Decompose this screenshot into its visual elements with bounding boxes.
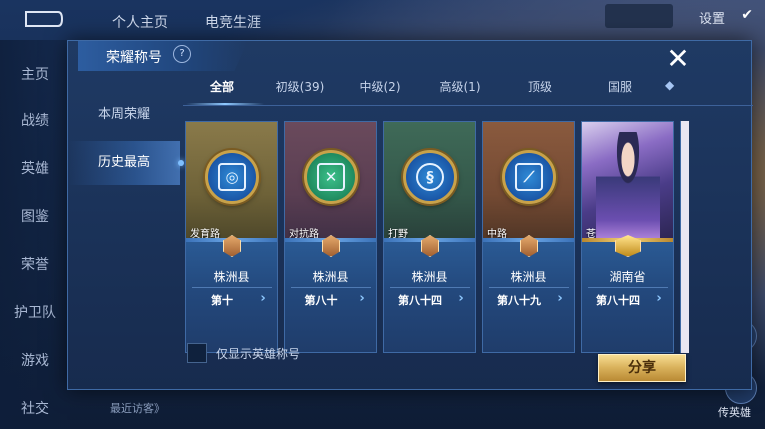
- side-tab-label: 历史最高: [97, 155, 150, 170]
- menu-item-home[interactable]: 主页: [0, 64, 70, 84]
- ranking-row[interactable]: 第十 ›: [192, 287, 272, 308]
- side-tab-label: 本周荣耀: [97, 107, 150, 122]
- title-card[interactable]: 苍 湖南省 第八十四 ›: [581, 121, 674, 353]
- settings-button[interactable]: 设置: [699, 8, 725, 27]
- menu-item-codex[interactable]: 图鉴: [0, 206, 70, 226]
- ranking-label: 第十: [211, 294, 233, 307]
- active-indicator-dot: [178, 160, 184, 166]
- title-card[interactable]: ◎ 发育路 株洲县 第十 ›: [185, 121, 278, 353]
- check-icon[interactable]: ✔: [741, 7, 753, 23]
- next-card-peek[interactable]: [680, 121, 689, 353]
- shield-icon: ◎: [205, 150, 259, 204]
- crossed-swords-icon: ✕: [304, 150, 358, 204]
- side-tab-weekly-honor[interactable]: 本周荣耀: [68, 93, 180, 137]
- menu-item-honor[interactable]: 荣誉: [0, 254, 70, 274]
- dialog-title: 荣耀称号: [106, 50, 162, 66]
- tab-junior[interactable]: 初级(39): [261, 78, 339, 95]
- menu-item-record[interactable]: 战绩: [0, 110, 70, 130]
- menu-item-game[interactable]: 游戏: [0, 350, 70, 370]
- honor-title-dialog: 荣耀称号 ? ✕ 本周荣耀 历史最高 全部 初级(39) 中级(2) 高级(1)…: [67, 40, 755, 390]
- ranking-row[interactable]: 第八十 ›: [291, 287, 371, 308]
- right-label: 传英雄: [718, 406, 751, 419]
- dragon-icon: §: [403, 150, 457, 204]
- back-icon[interactable]: [20, 8, 64, 30]
- tab-intermediate[interactable]: 中级(2): [341, 78, 419, 95]
- close-button[interactable]: ✕: [665, 45, 691, 73]
- chevron-right-icon[interactable]: ›: [454, 292, 468, 306]
- tab-advanced[interactable]: 高级(1): [421, 78, 499, 95]
- checkbox-label: 仅显示英雄称号: [216, 347, 301, 361]
- title-card[interactable]: § 打野 株洲县 第八十四 ›: [383, 121, 476, 353]
- wand-icon: ⟋: [502, 150, 556, 204]
- hero-title-only-checkbox[interactable]: [187, 343, 207, 363]
- tab-bar: 全部 初级(39) 中级(2) 高级(1) 顶级 国服 ◆: [183, 78, 753, 104]
- chevron-right-icon[interactable]: ›: [652, 292, 666, 306]
- region-label: 株洲县: [411, 270, 448, 284]
- ranking-row[interactable]: 第八十四 ›: [588, 287, 668, 308]
- title-card-list: ◎ 发育路 株洲县 第十 › ✕ 对抗路 株洲县 第八十 › § 打野 株洲县 …: [185, 121, 755, 357]
- side-tab-history-best[interactable]: 历史最高: [68, 141, 184, 185]
- ranking-row[interactable]: 第八十九 ›: [489, 287, 569, 308]
- tab-national[interactable]: 国服: [581, 78, 659, 95]
- title-bar: 荣耀称号 ?: [78, 41, 248, 71]
- more-tabs-icon[interactable]: ◆: [665, 78, 674, 92]
- share-button[interactable]: 分享: [598, 354, 686, 382]
- tab-esports-career[interactable]: 电竞生涯: [205, 12, 261, 32]
- ranking-label: 第八十: [304, 294, 338, 307]
- title-card[interactable]: ✕ 对抗路 株洲县 第八十 ›: [284, 121, 377, 353]
- menu-item-hero[interactable]: 英雄: [0, 158, 70, 178]
- background-top-bar: 个人主页 电竞生涯 设置 ✔: [0, 0, 765, 36]
- chevron-right-icon[interactable]: ›: [355, 292, 369, 306]
- tab-divider: [183, 105, 753, 106]
- ranking-row[interactable]: 第八十四 ›: [390, 287, 470, 308]
- region-label: 株洲县: [510, 270, 547, 284]
- tab-personal-home[interactable]: 个人主页: [112, 12, 168, 32]
- title-card[interactable]: ⟋ 中路 株洲县 第八十九 ›: [482, 121, 575, 353]
- status-badge: [605, 4, 673, 28]
- tab-top[interactable]: 顶级: [501, 78, 579, 95]
- chevron-right-icon[interactable]: ›: [553, 292, 567, 306]
- region-label: 湖南省: [609, 270, 646, 284]
- background-left-menu: 主页 战绩 英雄 图鉴 荣誉 护卫队 游戏 社交: [0, 40, 70, 429]
- menu-item-guard[interactable]: 护卫队: [0, 302, 70, 322]
- help-icon[interactable]: ?: [173, 45, 191, 63]
- menu-item-social[interactable]: 社交: [0, 398, 70, 418]
- chevron-right-icon[interactable]: ›: [256, 292, 270, 306]
- ranking-label: 第八十四: [398, 294, 442, 307]
- region-label: 株洲县: [213, 270, 250, 284]
- tab-all[interactable]: 全部: [183, 78, 261, 95]
- ranking-label: 第八十九: [497, 294, 541, 307]
- region-label: 株洲县: [312, 270, 349, 284]
- recent-visitors[interactable]: 最近访客》: [110, 400, 165, 416]
- hero-portrait: [596, 132, 660, 242]
- ranking-label: 第八十四: [596, 294, 640, 307]
